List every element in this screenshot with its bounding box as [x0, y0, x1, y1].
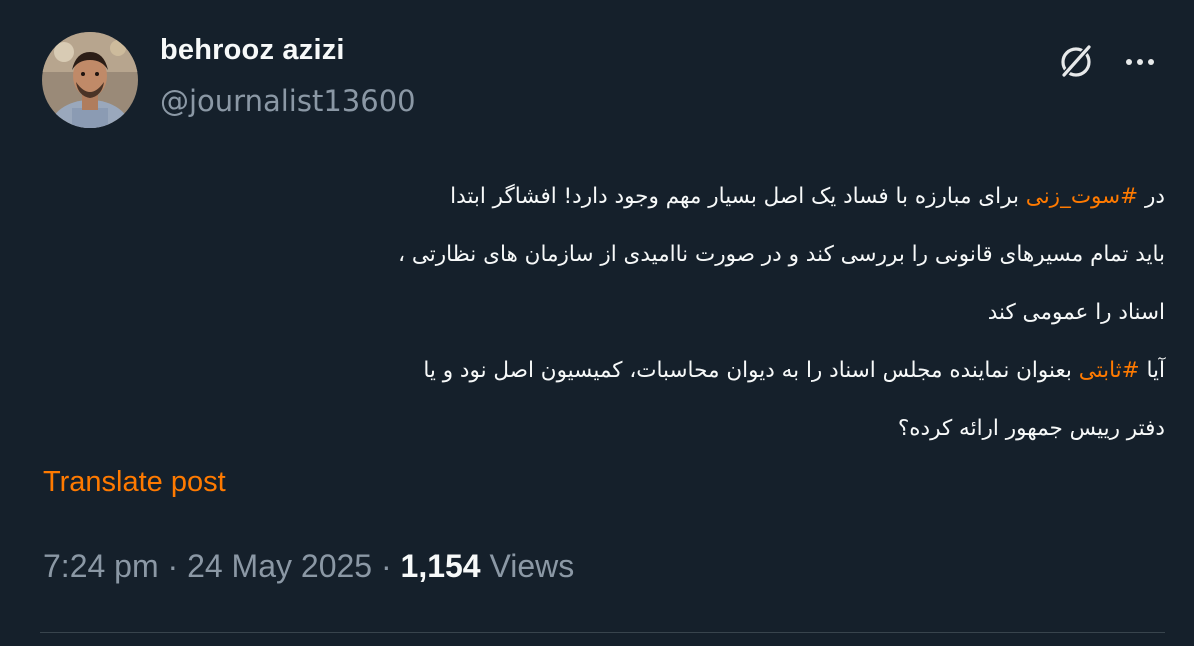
- tweet-text-line: اسناد را عمومی کند: [40, 284, 1165, 342]
- tweet-text-segment: در: [1138, 184, 1165, 209]
- divider: [40, 632, 1165, 633]
- author-handle[interactable]: @journalist13600: [160, 84, 416, 118]
- tweet-meta: 7:24 pm · 24 May 2025 · 1,154 Views: [43, 548, 574, 585]
- hashtag-link[interactable]: #سوت_زنی: [1026, 184, 1138, 209]
- tweet-text-segment: برای مبارزه با فساد یک اصل بسیار مهم وجو…: [450, 184, 1026, 209]
- post-date[interactable]: 24 May 2025: [187, 548, 372, 584]
- tweet-text-line: دفتر رییس جمهور ارائه کرده؟: [40, 400, 1165, 458]
- tweet-text-segment: اسناد را عمومی کند: [987, 300, 1165, 325]
- views-count: 1,154: [400, 548, 481, 584]
- grok-icon[interactable]: [1054, 40, 1098, 84]
- tweet-card: behrooz azizi @journalist13600 در #سوت_ز…: [0, 0, 1194, 646]
- tweet-text-line: باید تمام مسیرهای قانونی را بررسی کند و …: [40, 226, 1165, 284]
- more-dots-icon[interactable]: [1118, 40, 1162, 84]
- tweet-text-segment: دفتر رییس جمهور ارائه کرده؟: [897, 416, 1165, 441]
- tweet-text-segment: آیا: [1139, 358, 1165, 383]
- meta-separator: ·: [372, 548, 401, 584]
- meta-separator: ·: [158, 548, 188, 584]
- avatar[interactable]: [42, 32, 138, 128]
- hashtag-link[interactable]: #ثابتی: [1079, 358, 1140, 383]
- tweet-text: در #سوت_زنی برای مبارزه با فساد یک اصل ب…: [40, 168, 1165, 458]
- tweet-text-line: در #سوت_زنی برای مبارزه با فساد یک اصل ب…: [40, 168, 1165, 226]
- tweet-text-segment: باید تمام مسیرهای قانونی را بررسی کند و …: [398, 242, 1165, 267]
- post-time[interactable]: 7:24 pm: [43, 548, 159, 584]
- author-display-name[interactable]: behrooz azizi: [160, 34, 345, 67]
- translate-post-link[interactable]: Translate post: [43, 466, 226, 499]
- tweet-text-line: آیا #ثابتی بعنوان نماینده مجلس اسناد را …: [40, 342, 1165, 400]
- tweet-text-segment: بعنوان نماینده مجلس اسناد را به دیوان مح…: [423, 358, 1079, 383]
- views-label: Views: [489, 548, 575, 584]
